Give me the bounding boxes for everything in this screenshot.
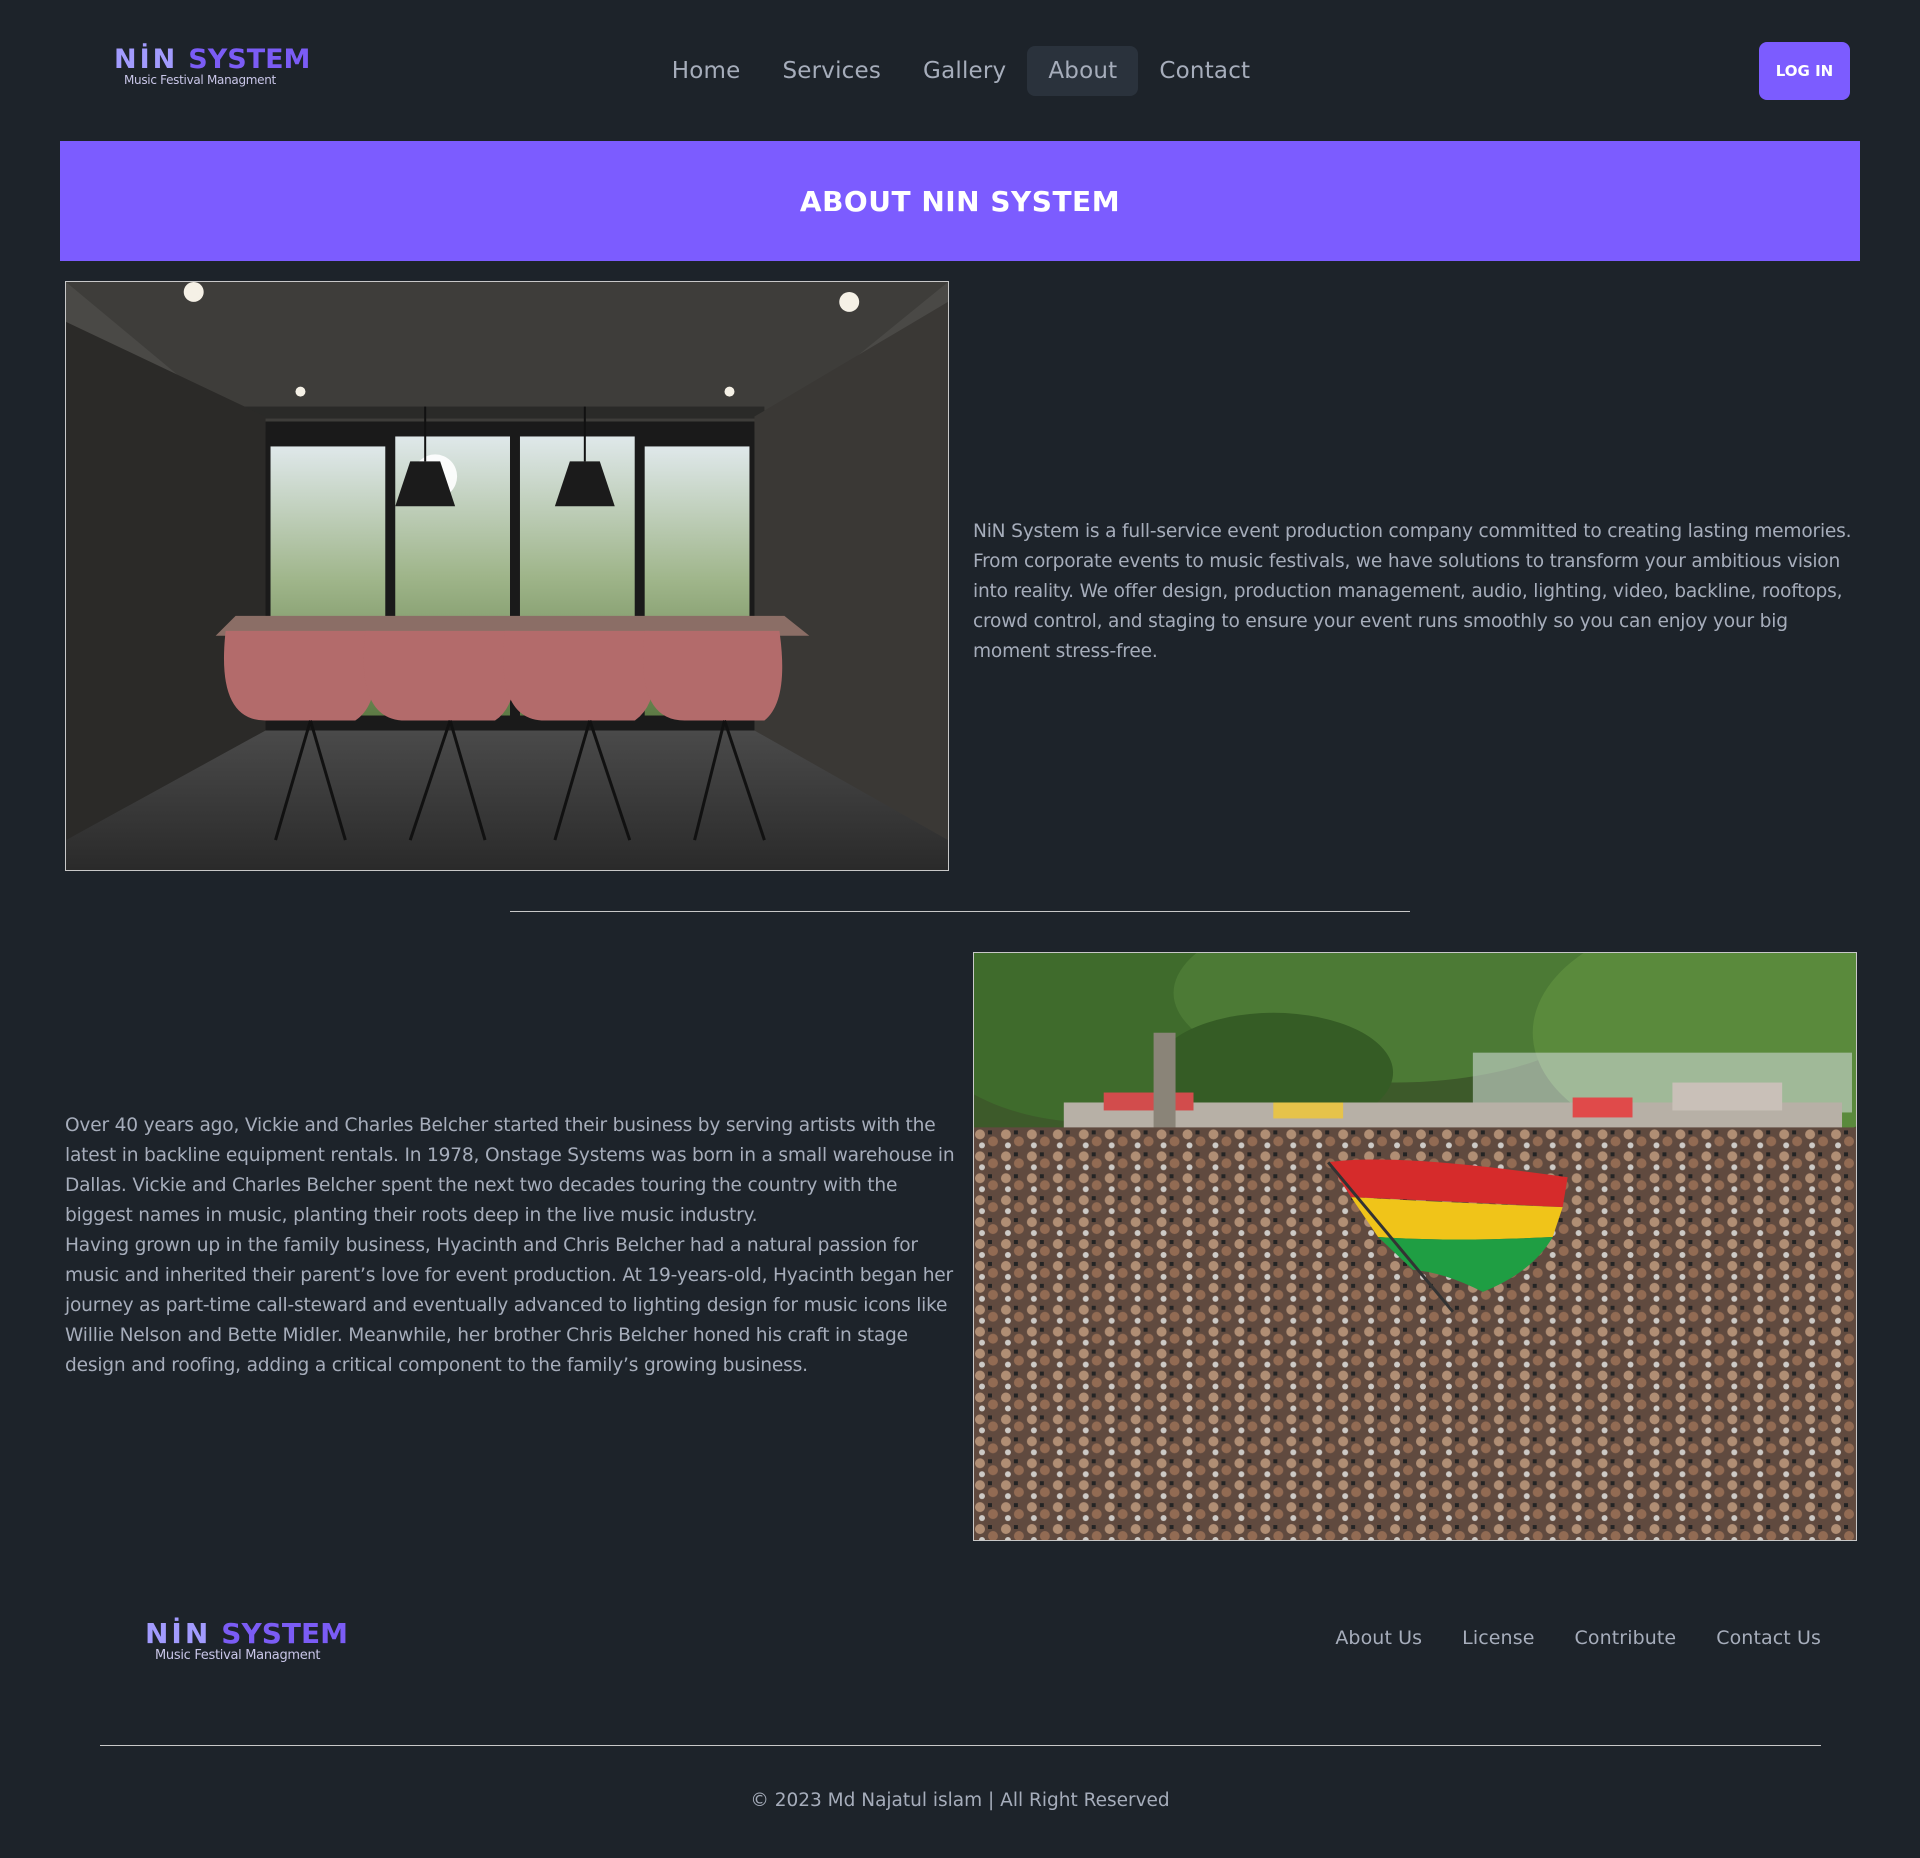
footer-link-license[interactable]: License (1462, 1627, 1534, 1649)
nav-services[interactable]: Services (761, 46, 902, 96)
history-text: Over 40 years ago, Vickie and Charles Be… (65, 1111, 955, 1381)
conference-room-photo (65, 281, 949, 871)
nav-contact[interactable]: Contact (1138, 46, 1271, 96)
page-banner: ABOUT NIN SYSTEM (60, 141, 1860, 261)
site-header: NİN SYSTEM Music Festival Managment Home… (60, 0, 1860, 141)
nav-gallery[interactable]: Gallery (902, 46, 1027, 96)
history-paragraph-2: Having grown up in the family business, … (65, 1235, 953, 1376)
conference-room-illustration (66, 282, 948, 870)
section-divider (510, 911, 1410, 912)
footer-brand-name-second: SYSTEM (221, 1617, 348, 1650)
footer-link-about-us[interactable]: About Us (1335, 1627, 1422, 1649)
nav-about[interactable]: About (1027, 45, 1139, 96)
footer-link-contribute[interactable]: Contribute (1575, 1627, 1677, 1649)
festival-crowd-illustration (974, 953, 1856, 1540)
page-title: ABOUT NIN SYSTEM (799, 184, 1121, 218)
footer-brand-tagline: Music Festival Managment (155, 1648, 321, 1663)
footer-divider (100, 1745, 1821, 1746)
footer-brand-name-first: NİN (145, 1617, 212, 1650)
nav-home[interactable]: Home (651, 46, 762, 96)
footer-link-contact-us[interactable]: Contact Us (1716, 1627, 1821, 1649)
copyright-text: © 2023 Md Najatul islam | All Right Rese… (750, 1790, 1170, 1811)
history-paragraph-1: Over 40 years ago, Vickie and Charles Be… (65, 1115, 955, 1226)
about-text: NiN System is a full-service event produ… (973, 521, 1852, 662)
footer-nav: About Us License Contribute Contact Us (1335, 1627, 1821, 1649)
login-button[interactable]: LOG IN (1759, 42, 1850, 100)
festival-crowd-photo (973, 952, 1857, 1541)
footer-logo[interactable]: NİN SYSTEM Music Festival Managment (145, 1617, 348, 1663)
main-nav: Home Services Gallery About Contact (60, 0, 1860, 141)
